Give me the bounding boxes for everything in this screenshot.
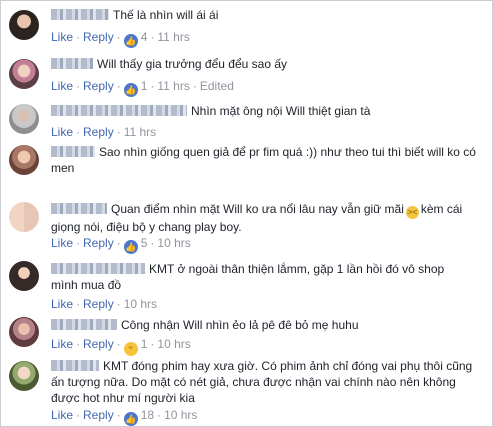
like-link[interactable]: Like [51, 337, 73, 351]
reply-link[interactable]: Reply [83, 236, 114, 250]
timestamp[interactable]: 10 hrs [157, 236, 190, 250]
timestamp[interactable]: 11 hrs [124, 125, 156, 139]
comment-actions: Like · Reply · 👍 18 · 10 hrs [51, 408, 198, 426]
timestamp[interactable]: 11 hrs [157, 30, 189, 44]
like-link[interactable]: Like [51, 236, 73, 250]
reaction-count[interactable]: 1 [141, 79, 148, 93]
avatar[interactable] [9, 145, 39, 175]
comment-text: Sao nhìn giống quen giả để pr fim quá :)… [51, 145, 476, 175]
like-link[interactable]: Like [51, 125, 73, 139]
comment-text: Công nhận Will nhìn ẻo lả pê đê bỏ mẹ hu… [121, 318, 359, 332]
comment-text: Nhìn mặt ông nội Will thiệt gian tà [191, 104, 371, 118]
reply-link[interactable]: Reply [83, 297, 114, 311]
avatar[interactable] [9, 202, 39, 232]
confounded-face-icon: >< [405, 206, 419, 219]
comment-text: Will thấy gia trưởng đểu đểu sao ấy [97, 57, 288, 71]
reaction-count[interactable]: 4 [141, 30, 148, 44]
reply-link[interactable]: Reply [83, 337, 114, 351]
avatar[interactable] [9, 261, 39, 291]
avatar[interactable] [9, 104, 39, 134]
reply-link[interactable]: Reply [83, 408, 114, 422]
reaction-count[interactable]: 5 [141, 236, 148, 250]
like-link[interactable]: Like [51, 79, 73, 93]
avatar[interactable] [9, 317, 39, 347]
comment-text: Thế là nhìn will ái ái [113, 8, 219, 22]
reply-link[interactable]: Reply [83, 79, 114, 93]
comment-actions: Like · Reply · 👍 1 · 11 hrs · Edited [51, 79, 234, 97]
timestamp[interactable]: 10 hrs [124, 297, 157, 311]
reaction-count[interactable]: 1 [141, 337, 148, 351]
avatar[interactable] [9, 361, 39, 391]
commenter-name[interactable] [51, 319, 117, 330]
timestamp[interactable]: 10 hrs [157, 337, 190, 351]
commenter-name[interactable] [51, 360, 99, 371]
reaction-count[interactable]: 18 [141, 408, 154, 422]
commenter-name[interactable] [51, 146, 95, 157]
comment-text: KMT đóng phim hay xưa giờ. Có phim ảnh c… [51, 359, 473, 405]
comment-text: Quan điểm nhìn mặt Will ko ưa nổi lâu na… [111, 202, 404, 216]
like-link[interactable]: Like [51, 297, 73, 311]
timestamp[interactable]: 10 hrs [164, 408, 197, 422]
comment-actions: Like · Reply · ᵕ 1 · 10 hrs [51, 337, 191, 356]
commenter-name[interactable] [51, 9, 109, 20]
commenter-name[interactable] [51, 105, 187, 116]
avatar[interactable] [9, 10, 39, 40]
commenter-name[interactable] [51, 263, 145, 274]
thumbs-up-icon[interactable]: 👍 [123, 412, 138, 426]
commenter-name[interactable] [51, 58, 93, 69]
avatar[interactable] [9, 59, 39, 89]
comment-actions: Like · Reply · 11 hrs [51, 125, 157, 139]
commenter-name[interactable] [51, 203, 107, 214]
like-link[interactable]: Like [51, 30, 73, 44]
timestamp[interactable]: 11 hrs [157, 79, 189, 93]
comment-actions: Like · Reply · 👍 4 · 11 hrs [51, 30, 190, 48]
edited-label[interactable]: Edited [200, 79, 234, 93]
thumbs-up-icon[interactable]: 👍 [123, 34, 138, 48]
comment-actions: Like · Reply · 10 hrs [51, 297, 158, 311]
comment-actions: Like · Reply · 👍 5 · 10 hrs [51, 236, 191, 254]
thumbs-up-icon[interactable]: 👍 [123, 240, 138, 254]
comment-thread: Thế là nhìn will ái ái Like · Reply · 👍 4 · 11 … [0, 0, 493, 427]
reply-link[interactable]: Reply [83, 125, 114, 139]
laughing-face-icon[interactable]: ᵕ [123, 342, 138, 356]
thumbs-up-icon[interactable]: 👍 [123, 83, 138, 97]
reply-link[interactable]: Reply [83, 30, 114, 44]
like-link[interactable]: Like [51, 408, 73, 422]
